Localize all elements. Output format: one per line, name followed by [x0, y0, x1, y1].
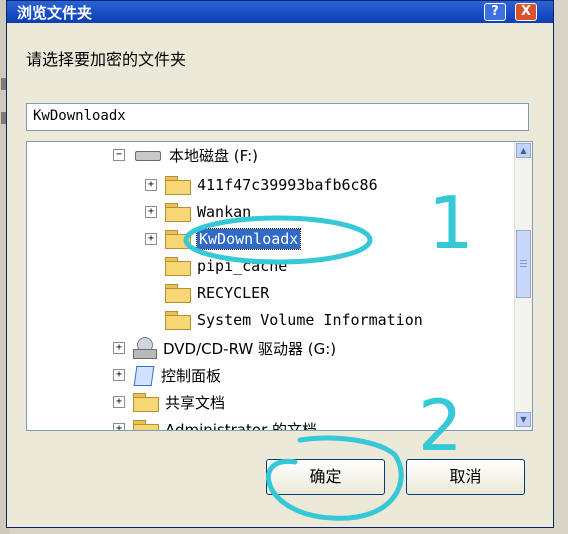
expand-icon[interactable]: +: [113, 423, 125, 430]
tree-item-admin-docs[interactable]: + Administrator 的文档: [113, 416, 318, 431]
folder-icon: [133, 393, 159, 412]
folder-icon: [133, 420, 159, 430]
close-button[interactable]: X: [515, 3, 537, 21]
tree-item-folder[interactable]: + Wankan: [145, 199, 251, 225]
dialog-title: 浏览文件夹: [17, 4, 93, 22]
tree-item-label: System Volume Information: [197, 311, 423, 329]
folder-icon: [165, 284, 191, 303]
help-button[interactable]: ?: [484, 3, 506, 21]
cancel-button[interactable]: 取消: [406, 459, 525, 495]
collapse-icon[interactable]: −: [113, 149, 125, 161]
scroll-up-arrow-icon[interactable]: ▲: [516, 143, 531, 158]
tree-item-control-panel[interactable]: + 控制面板: [113, 362, 221, 388]
tree-item-dvd-drive[interactable]: + DVD/CD-RW 驱动器 (G:): [113, 335, 336, 361]
folder-path-input[interactable]: KwDownloadx: [26, 103, 529, 131]
tree-item-label: 本地磁盘 (F:): [169, 146, 258, 165]
tree-item-folder[interactable]: System Volume Information: [145, 307, 423, 333]
tree-item-label: RECYCLER: [197, 284, 270, 302]
tree-item-local-disk-f[interactable]: − 本地磁盘 (F:): [113, 142, 258, 168]
expand-icon[interactable]: +: [113, 369, 125, 381]
control-panel-icon: [133, 364, 155, 386]
tree-item-label: Administrator 的文档: [165, 420, 318, 431]
title-bar[interactable]: 浏览文件夹 ? X: [7, 1, 553, 23]
hard-drive-icon: [133, 148, 163, 162]
tree-item-label: DVD/CD-RW 驱动器 (G:): [163, 339, 337, 358]
tree-item-label: 411f47c39993bafb6c86: [197, 176, 378, 194]
scroll-down-arrow-icon[interactable]: ▼: [516, 412, 531, 427]
prompt-text: 请选择要加密的文件夹: [26, 50, 187, 69]
folder-icon: [165, 257, 191, 276]
expand-icon[interactable]: +: [113, 342, 125, 354]
ok-button[interactable]: 确定: [266, 459, 385, 495]
vertical-scrollbar[interactable]: ▲ ▼: [514, 142, 532, 430]
tree-item-label: pipi_cache: [197, 257, 288, 275]
tree-item-label: Wankan: [197, 203, 252, 221]
folder-icon: [165, 311, 191, 330]
folder-icon: [165, 203, 191, 222]
cd-drive-icon: [133, 337, 157, 359]
tree-item-label: 共享文档: [165, 393, 226, 412]
expand-icon[interactable]: +: [145, 179, 157, 191]
expand-icon[interactable]: +: [145, 233, 157, 245]
expand-icon[interactable]: +: [113, 396, 125, 408]
expand-icon[interactable]: +: [145, 206, 157, 218]
folder-icon: [165, 230, 191, 249]
scroll-thumb[interactable]: [516, 230, 531, 298]
tree-item-label: KwDownloadx: [195, 228, 302, 250]
tree-item-shared-docs[interactable]: + 共享文档: [113, 389, 225, 415]
folder-icon: [165, 176, 191, 195]
tree-item-folder[interactable]: + 411f47c39993bafb6c86: [145, 172, 378, 198]
tree-item-folder-selected[interactable]: + KwDownloadx: [145, 226, 302, 252]
tree-item-label: 控制面板: [161, 366, 222, 385]
tree-item-folder[interactable]: RECYCLER: [145, 280, 269, 306]
tree-item-folder[interactable]: pipi_cache: [145, 253, 287, 279]
folder-tree[interactable]: − 本地磁盘 (F:) + 411f47c39993bafb6c86 + Wan…: [26, 141, 533, 431]
